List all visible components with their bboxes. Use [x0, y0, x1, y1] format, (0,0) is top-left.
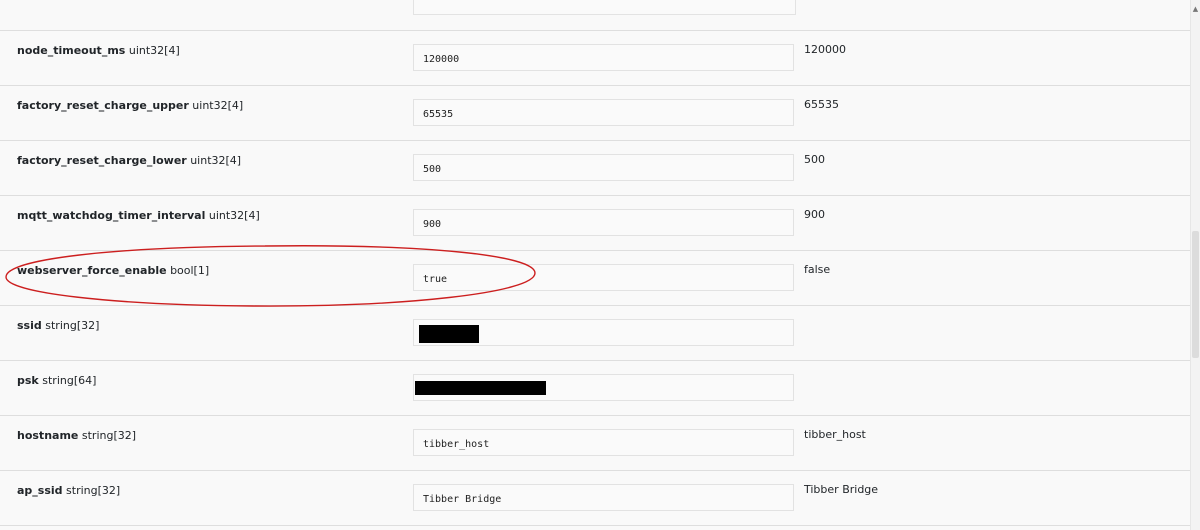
- setting-current-value: false: [804, 263, 831, 276]
- setting-type: uint32[4]: [128, 44, 180, 57]
- setting-input[interactable]: true: [413, 264, 794, 291]
- setting-input[interactable]: 900: [413, 209, 794, 236]
- setting-input-value: Tibber Bridge: [423, 494, 502, 505]
- setting-name: webserver_force_enable: [17, 264, 167, 277]
- setting-row-webserver-force-enable: webserver_force_enable bool[1] true fals…: [0, 250, 1190, 306]
- setting-row-factory-reset-charge-lower: factory_reset_charge_lower uint32[4] 500…: [0, 140, 1190, 196]
- setting-label: mqtt_watchdog_timer_interval uint32[4]: [17, 209, 260, 222]
- setting-label: ap_ssid string[32]: [17, 484, 120, 497]
- setting-input[interactable]: 120000: [413, 44, 794, 71]
- setting-input-value: 900: [423, 219, 442, 230]
- setting-name: mqtt_watchdog_timer_interval: [17, 209, 206, 222]
- setting-name: ssid: [17, 319, 42, 332]
- chevron-up-icon[interactable]: ▲: [1191, 4, 1200, 14]
- redacted-value: [419, 325, 479, 343]
- previous-setting-input[interactable]: [413, 0, 796, 15]
- setting-input[interactable]: tibber_host: [413, 429, 794, 456]
- setting-row-ap-ssid: ap_ssid string[32] Tibber Bridge Tibber …: [0, 470, 1190, 526]
- setting-type: string[32]: [45, 319, 100, 332]
- setting-label: node_timeout_ms uint32[4]: [17, 44, 180, 57]
- setting-type: uint32[4]: [208, 209, 260, 222]
- setting-input[interactable]: 65535: [413, 99, 794, 126]
- setting-label: webserver_force_enable bool[1]: [17, 264, 209, 277]
- setting-name: node_timeout_ms: [17, 44, 126, 57]
- setting-name: factory_reset_charge_lower: [17, 154, 187, 167]
- setting-name: factory_reset_charge_upper: [17, 99, 189, 112]
- setting-type: bool[1]: [170, 264, 210, 277]
- setting-input-value: 500: [423, 164, 442, 175]
- setting-input[interactable]: Tibber Bridge: [413, 484, 794, 511]
- setting-type: string[32]: [81, 429, 137, 442]
- setting-input[interactable]: 500: [413, 154, 794, 181]
- settings-table: node_timeout_ms uint32[4] 120000 120000 …: [0, 0, 1190, 530]
- setting-type: string[32]: [66, 484, 121, 497]
- setting-type: string[64]: [42, 374, 97, 387]
- setting-label: ssid string[32]: [17, 319, 99, 332]
- settings-page: node_timeout_ms uint32[4] 120000 120000 …: [0, 0, 1200, 530]
- setting-row-ssid: ssid string[32]: [0, 305, 1190, 361]
- setting-current-value: tibber_host: [804, 428, 866, 441]
- setting-current-value: Tibber Bridge: [804, 483, 879, 496]
- setting-type: uint32[4]: [190, 154, 242, 167]
- setting-input-value: true: [423, 274, 448, 285]
- setting-type: uint32[4]: [192, 99, 244, 112]
- setting-input[interactable]: [413, 374, 794, 401]
- setting-input-value: 65535: [423, 109, 454, 120]
- setting-label: factory_reset_charge_lower uint32[4]: [17, 154, 241, 167]
- setting-row-hostname: hostname string[32] tibber_host tibber_h…: [0, 415, 1190, 471]
- setting-input-value: tibber_host: [423, 439, 490, 450]
- setting-label: factory_reset_charge_upper uint32[4]: [17, 99, 243, 112]
- vertical-scrollbar[interactable]: ▲: [1190, 0, 1200, 530]
- setting-row-factory-reset-charge-upper: factory_reset_charge_upper uint32[4] 655…: [0, 85, 1190, 141]
- setting-label: hostname string[32]: [17, 429, 136, 442]
- setting-current-value: 65535: [804, 98, 839, 111]
- setting-row-node-timeout-ms: node_timeout_ms uint32[4] 120000 120000: [0, 30, 1190, 86]
- setting-name: psk: [17, 374, 39, 387]
- setting-input-value: 120000: [423, 54, 460, 65]
- row-divider: [0, 525, 1190, 530]
- setting-current-value: 120000: [804, 43, 846, 56]
- setting-name: hostname: [17, 429, 79, 442]
- scrollbar-thumb[interactable]: [1192, 231, 1199, 358]
- setting-label: psk string[64]: [17, 374, 96, 387]
- redacted-value: [415, 381, 546, 395]
- setting-input[interactable]: [413, 319, 794, 346]
- setting-current-value: 500: [804, 153, 825, 166]
- setting-row-mqtt-watchdog-timer-interval: mqtt_watchdog_timer_interval uint32[4] 9…: [0, 195, 1190, 251]
- setting-row-psk: psk string[64]: [0, 360, 1190, 416]
- setting-current-value: 900: [804, 208, 825, 221]
- setting-name: ap_ssid: [17, 484, 63, 497]
